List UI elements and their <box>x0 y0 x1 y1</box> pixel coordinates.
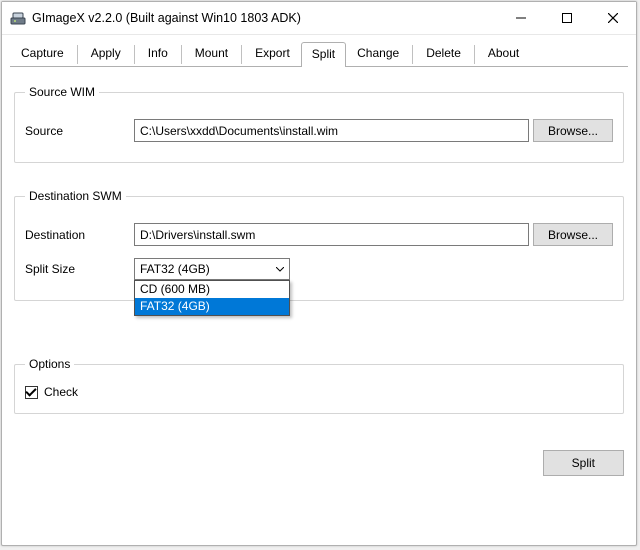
source-input[interactable] <box>134 119 529 142</box>
title-bar: GImageX v2.2.0 (Built against Win10 1803… <box>2 2 636 35</box>
tab-separator <box>241 45 242 64</box>
chevron-down-icon <box>270 259 289 279</box>
split-size-option[interactable]: FAT32 (4GB) <box>135 298 289 315</box>
tab-split[interactable]: Split <box>301 42 346 67</box>
tab-info[interactable]: Info <box>137 41 179 66</box>
split-size-combobox[interactable]: FAT32 (4GB) <box>134 258 290 280</box>
tab-separator <box>474 45 475 64</box>
close-button[interactable] <box>590 3 636 33</box>
tab-separator <box>134 45 135 64</box>
tab-export[interactable]: Export <box>244 41 301 66</box>
destination-input[interactable] <box>134 223 529 246</box>
tab-mount[interactable]: Mount <box>184 41 239 66</box>
check-checkbox[interactable] <box>25 386 38 399</box>
minimize-button[interactable] <box>498 3 544 33</box>
check-label: Check <box>44 385 78 399</box>
window-title: GImageX v2.2.0 (Built against Win10 1803… <box>32 11 498 25</box>
groupbox-source-wim: Source WIM Source Browse... <box>14 85 624 163</box>
split-button[interactable]: Split <box>543 450 624 476</box>
tab-separator <box>77 45 78 64</box>
tab-separator <box>412 45 413 64</box>
tab-about[interactable]: About <box>477 41 530 66</box>
groupbox-options-legend: Options <box>25 357 74 371</box>
split-size-option[interactable]: CD (600 MB) <box>135 281 289 298</box>
maximize-button[interactable] <box>544 3 590 33</box>
split-size-label: Split Size <box>25 262 130 276</box>
source-browse-button[interactable]: Browse... <box>533 119 613 142</box>
source-label: Source <box>25 124 130 138</box>
groupbox-source-wim-legend: Source WIM <box>25 85 99 99</box>
tab-change[interactable]: Change <box>346 41 410 66</box>
client-area: Source WIM Source Browse... Destination … <box>2 67 636 546</box>
destination-label: Destination <box>25 228 130 242</box>
groupbox-options: Options Check <box>14 357 624 414</box>
split-size-dropdown-list: CD (600 MB)FAT32 (4GB) <box>134 280 290 316</box>
groupbox-destination-swm-legend: Destination SWM <box>25 189 126 203</box>
app-window: GImageX v2.2.0 (Built against Win10 1803… <box>1 1 637 546</box>
tab-capture[interactable]: Capture <box>10 41 75 66</box>
destination-browse-button[interactable]: Browse... <box>533 223 613 246</box>
tab-strip: CaptureApplyInfoMountExportSplitChangeDe… <box>2 35 636 66</box>
tab-apply[interactable]: Apply <box>80 41 132 66</box>
tab-separator <box>181 45 182 64</box>
tab-delete[interactable]: Delete <box>415 41 472 66</box>
app-icon <box>10 10 26 26</box>
split-size-value: FAT32 (4GB) <box>135 262 270 276</box>
groupbox-destination-swm: Destination SWM Destination Browse... Sp… <box>14 189 624 301</box>
